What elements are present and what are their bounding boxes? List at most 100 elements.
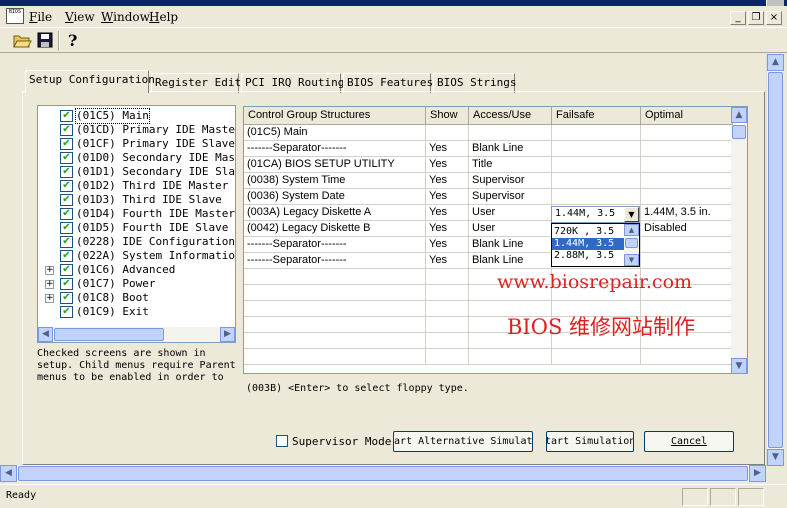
cancel-button[interactable]: Cancel [644, 431, 734, 452]
grid-cell[interactable] [552, 189, 641, 205]
expand-plus-icon[interactable]: + [45, 280, 54, 289]
menu-view[interactable]: View [65, 10, 95, 24]
grid-cell[interactable] [552, 173, 641, 189]
grid-cell[interactable]: Yes [426, 253, 469, 269]
dropdown-scrollbar[interactable]: ▲ ▼ [624, 224, 639, 266]
grid-column-header[interactable]: Access/Use [469, 107, 552, 125]
tree-item[interactable]: ✔ (01D4) Fourth IDE Master [38, 207, 235, 221]
grid-cell[interactable]: User [469, 221, 552, 237]
open-folder-icon[interactable] [12, 31, 34, 51]
tree-checkbox[interactable]: ✔ [60, 306, 73, 318]
tab-bios-features[interactable]: BIOS Features [343, 73, 433, 93]
grid-cell[interactable]: Supervisor [469, 173, 552, 189]
tree-checkbox[interactable]: ✔ [60, 208, 73, 220]
tree-item[interactable]: ✔ (01C9) Exit [38, 305, 235, 319]
tree-checkbox[interactable]: ✔ [60, 292, 73, 304]
tree-item[interactable]: ✔ (01C5) Main [38, 108, 235, 124]
grid-column-header[interactable]: Show [426, 107, 469, 125]
tree-checkbox[interactable]: ✔ [60, 222, 73, 234]
grid-cell[interactable]: -------Separator------- [244, 253, 426, 269]
tree-checkbox[interactable]: ✔ [60, 124, 73, 136]
tree-checkbox[interactable]: ✔ [60, 236, 73, 248]
tree-item[interactable]: ✔ (022A) System Information [38, 249, 235, 263]
grid-cell[interactable]: User [469, 205, 552, 221]
tree-checkbox[interactable]: ✔ [60, 152, 73, 164]
window-horizontal-scrollbar[interactable]: ◀ ▶ [0, 465, 766, 482]
grid-cell[interactable]: (01CA) BIOS SETUP UTILITY [244, 157, 426, 173]
save-disk-icon[interactable] [35, 31, 57, 51]
scroll-down-icon[interactable]: ▼ [767, 449, 784, 466]
grid-cell[interactable] [641, 157, 733, 173]
grid-cell[interactable]: (0038) System Time [244, 173, 426, 189]
grid-column-header[interactable]: Optimal [641, 107, 733, 125]
tab-setup-configuration[interactable]: Setup Configuration [25, 70, 155, 93]
supervisor-mode-checkbox[interactable]: Supervisor Mode [276, 435, 391, 448]
scroll-left-icon[interactable]: ◀ [38, 327, 53, 342]
tree-item[interactable]: + ✔ (01C6) Advanced [38, 263, 235, 277]
grid-cell[interactable] [552, 157, 641, 173]
dropdown-option-selected[interactable]: 1.44M, 3.5 [552, 238, 624, 250]
tree-checkbox[interactable]: ✔ [60, 180, 73, 192]
setup-tree[interactable]: ✔ (01C5) Main ✔ (01CD) Primary IDE Master ✔(… [37, 105, 236, 343]
scroll-down-icon[interactable]: ▼ [624, 254, 639, 266]
tree-horizontal-scrollbar[interactable]: ◀ ▶ [38, 327, 235, 342]
grid-cell[interactable]: (01C5) Main [244, 125, 426, 141]
grid-cell[interactable]: Supervisor [469, 189, 552, 205]
restore-icon[interactable]: ❐ [748, 11, 764, 25]
grid-cell[interactable]: Yes [426, 157, 469, 173]
scroll-thumb[interactable] [732, 125, 746, 139]
scroll-thumb[interactable] [18, 466, 748, 481]
grid-column-header[interactable]: Control Group Structures [244, 107, 426, 125]
scroll-up-icon[interactable]: ▲ [731, 107, 747, 123]
tree-checkbox[interactable]: ✔ [60, 194, 73, 206]
grid-cell[interactable]: Disabled [641, 221, 733, 237]
menu-help[interactable]: Help [149, 10, 178, 24]
close-icon[interactable]: × [766, 11, 782, 25]
tree-item[interactable]: ✔ (0228) IDE Configuration [38, 235, 235, 249]
grid-vertical-scrollbar[interactable]: ▲ ▼ [731, 107, 747, 373]
grid-cell[interactable] [641, 237, 733, 253]
grid-cell[interactable]: Yes [426, 189, 469, 205]
tree-checkbox[interactable]: ✔ [60, 138, 73, 150]
tree-checkbox[interactable]: ✔ [60, 110, 73, 122]
window-vertical-scrollbar[interactable]: ▲ ▼ [766, 54, 784, 466]
grid-cell[interactable]: -------Separator------- [244, 237, 426, 253]
scroll-thumb[interactable] [54, 328, 164, 341]
grid-cell[interactable]: Yes [426, 205, 469, 221]
chevron-down-icon[interactable]: ▼ [624, 207, 639, 222]
tab-pci-irq-routing[interactable]: PCI IRQ Routing [241, 73, 344, 93]
tree-item[interactable]: + ✔ (01C8) Boot [38, 291, 235, 305]
scroll-right-icon[interactable]: ▶ [749, 465, 766, 482]
dropdown-option[interactable]: 720K , 3.5 [552, 226, 624, 238]
grid-cell[interactable]: 1.44M, 3.5 in. [641, 205, 733, 221]
scroll-up-icon[interactable]: ▲ [767, 54, 784, 71]
grid-cell[interactable]: (0036) System Date [244, 189, 426, 205]
grid-cell[interactable] [552, 125, 641, 141]
start-alternative-simulation-button[interactable]: Start Alternative Simulation [393, 431, 533, 452]
tree-item[interactable]: ✔ (01D2) Third IDE Master [38, 179, 235, 193]
tree-item[interactable]: ✔ (01CF) Primary IDE Slave [38, 137, 235, 151]
grid-cell[interactable]: Yes [426, 173, 469, 189]
grid-cell[interactable] [641, 141, 733, 157]
tree-item[interactable]: ✔ (01CD) Primary IDE Master [38, 123, 235, 137]
tree-checkbox[interactable]: ✔ [60, 250, 73, 262]
grid-cell[interactable]: Blank Line [469, 253, 552, 269]
scroll-thumb[interactable] [625, 238, 638, 248]
scroll-thumb[interactable] [768, 72, 783, 448]
grid-cell[interactable] [641, 173, 733, 189]
expand-plus-icon[interactable]: + [45, 294, 54, 303]
grid-cell[interactable]: Yes [426, 237, 469, 253]
tab-bios-strings[interactable]: BIOS Strings [433, 73, 516, 93]
grid-cell[interactable]: Title [469, 157, 552, 173]
grid-cell[interactable]: Yes [426, 141, 469, 157]
grid-cell[interactable]: Blank Line [469, 237, 552, 253]
help-question-icon[interactable]: ? [63, 31, 85, 51]
checkbox-box[interactable] [276, 435, 288, 447]
grid-cell[interactable]: (0042) Legacy Diskette B [244, 221, 426, 237]
start-simulation-button[interactable]: Start Simulation [546, 431, 634, 452]
menu-window[interactable]: Window [101, 10, 150, 24]
grid-cell[interactable]: -------Separator------- [244, 141, 426, 157]
grid-column-header[interactable]: Failsafe [552, 107, 641, 125]
grid-cell[interactable]: Yes [426, 221, 469, 237]
tree-checkbox[interactable]: ✔ [60, 264, 73, 276]
